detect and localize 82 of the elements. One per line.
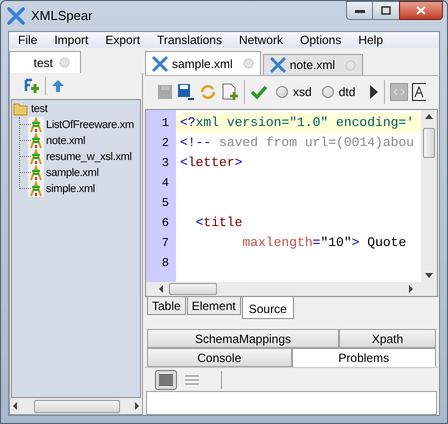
document-tab[interactable]: sample.xml [145, 51, 261, 75]
cross-logo-icon [152, 56, 168, 72]
code-line: <?xml version="1.0" encoding=' [180, 114, 414, 132]
left-arrow-icon[interactable] [12, 402, 18, 410]
line-number: 3 [160, 155, 170, 172]
horizontal-scrollbar[interactable] [146, 282, 437, 296]
menu-item[interactable]: Translations [153, 31, 226, 49]
code-line: maxlength="10"> Quote [241, 234, 406, 252]
menu-item[interactable]: Export [101, 31, 144, 49]
view-toggle-button[interactable] [155, 370, 177, 390]
panel-tab[interactable]: test [9, 51, 81, 73]
cross-logo-icon [270, 57, 286, 73]
line-number: 2 [160, 135, 170, 152]
line-number: 1 [160, 115, 170, 132]
view-tab[interactable]: Table [147, 297, 186, 315]
new-document-icon[interactable] [221, 82, 239, 100]
minimize-icon [354, 8, 364, 12]
right-arrow-icon[interactable] [134, 402, 140, 410]
sparse-lines-icon [185, 374, 199, 386]
view-tab[interactable]: Element [186, 297, 241, 315]
vertical-scrollbar[interactable] [421, 110, 437, 282]
line-number: 7 [160, 235, 170, 252]
document-tab[interactable]: note.xml [262, 54, 364, 75]
checkmark-icon[interactable] [250, 84, 268, 100]
minimize-button[interactable] [346, 1, 373, 20]
disabled-tag-icon [390, 82, 408, 100]
menu-item[interactable]: File [14, 31, 42, 49]
menu-item[interactable]: Options [296, 31, 346, 49]
add-file-icon[interactable] [24, 78, 40, 94]
window-title: XMLSpear [31, 7, 92, 26]
code-line: <letter> [180, 154, 242, 172]
schema-radio[interactable]: xsd [276, 82, 312, 100]
tree-leaf-icon [28, 133, 44, 149]
down-arrow-icon[interactable] [425, 273, 433, 278]
line-number: 6 [160, 215, 170, 232]
maximize-button[interactable] [373, 1, 399, 20]
status-dot-icon [59, 57, 70, 68]
menu-item[interactable]: Network [234, 31, 287, 49]
panel-tab[interactable]: Console [147, 348, 292, 367]
right-arrow-icon[interactable] [408, 285, 413, 293]
view-tab[interactable]: Source [242, 297, 294, 319]
menu-item[interactable]: Import [50, 31, 92, 49]
tree-leaf-icon [28, 117, 44, 133]
left-arrow-icon[interactable] [158, 285, 163, 293]
up-arrow-icon[interactable] [425, 114, 433, 119]
scrollbar-thumb[interactable] [34, 400, 120, 412]
tree-leaf-icon [28, 181, 44, 197]
line-number: 5 [160, 195, 170, 212]
tree-item[interactable]: test [31, 100, 48, 118]
folder-icon [13, 101, 29, 117]
line-number: 4 [160, 175, 170, 192]
tree-item[interactable]: sample.xml [46, 164, 99, 182]
line-number: 8 [160, 255, 170, 272]
schema-radio[interactable]: dtd [322, 82, 356, 100]
scrollbar-thumb[interactable] [169, 283, 217, 295]
panel-tab[interactable]: SchemaMappings [147, 329, 339, 348]
radio-button[interactable] [276, 86, 288, 98]
menu-item[interactable]: Help [354, 31, 388, 49]
font-size-icon[interactable] [412, 82, 426, 100]
status-dot-icon [242, 58, 254, 69]
panel-tab[interactable]: Xpath [339, 329, 436, 348]
tree-item[interactable]: note.xml [46, 132, 86, 150]
dense-lines-icon [159, 374, 173, 386]
tree-item[interactable]: simple.xml [46, 180, 95, 198]
tree-leaf-icon [28, 149, 44, 165]
tree-item[interactable]: ListOfFreeware.xm [46, 116, 134, 134]
horizontal-scrollbar[interactable] [10, 398, 142, 414]
code-line: <!-- saved from url=(0014)abou [180, 134, 414, 152]
status-dot-icon [345, 60, 356, 70]
disabled-save-icon [157, 84, 173, 100]
tree-item[interactable]: resume_w_xsl.xml [46, 148, 132, 166]
code-line: <title [194, 214, 242, 232]
maximize-icon [381, 6, 391, 15]
tree-leaf-icon [28, 165, 44, 181]
cross-logo-icon [7, 7, 25, 25]
scrollbar-thumb[interactable] [423, 128, 435, 158]
close-icon [416, 6, 426, 15]
save-icon[interactable] [177, 82, 195, 100]
panel-tab[interactable]: Problems [292, 348, 436, 367]
close-button[interactable] [399, 1, 443, 20]
play-triangle-icon[interactable] [369, 84, 380, 100]
radio-button[interactable] [322, 86, 334, 98]
